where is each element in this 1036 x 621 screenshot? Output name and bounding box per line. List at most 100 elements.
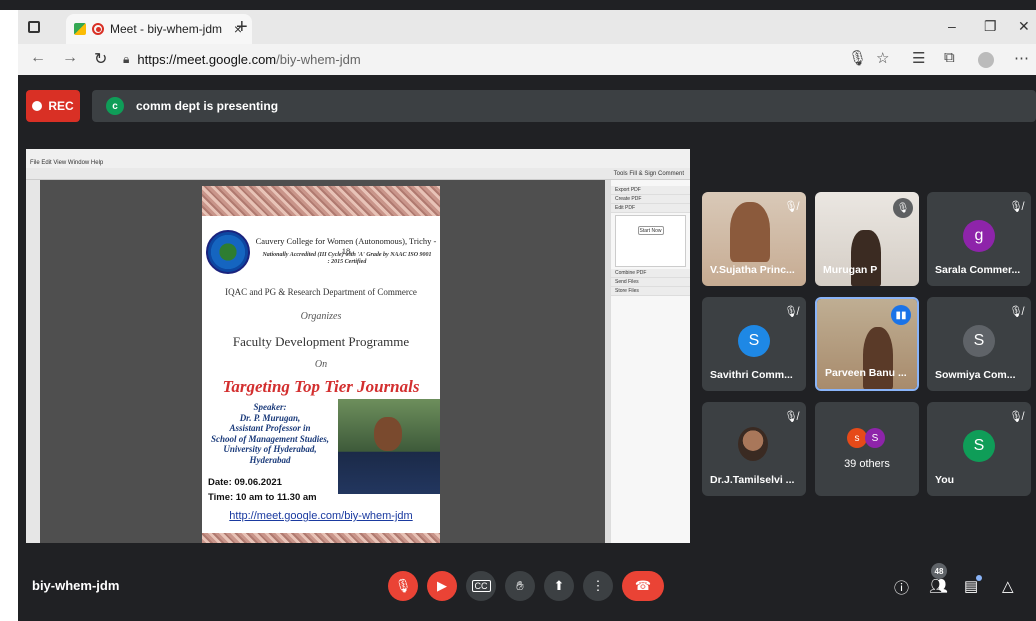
chat-notification-dot: [976, 575, 982, 581]
participant-name: Murugan P: [823, 264, 878, 276]
recording-tab-icon: [92, 23, 104, 35]
speaker-role: Assistant Professor in: [229, 423, 311, 433]
poster-accreditation: Nationally Accredited (III Cycle) with '…: [262, 252, 432, 265]
meeting-details-icon[interactable]: ⓘ: [894, 577, 909, 598]
participant-tile-speaking[interactable]: ▮▮ Parveen Banu ...: [815, 297, 919, 391]
others-avatar: S: [865, 428, 885, 448]
hand-icon: ✋︎: [516, 578, 524, 593]
mic-off-icon: 🎙︎̸: [1009, 306, 1023, 318]
mic-toggle-button[interactable]: 🎙︎: [388, 571, 418, 601]
minimize-icon[interactable]: –: [948, 18, 956, 34]
mic-off-icon: 🎙︎̸: [784, 411, 798, 423]
speaker-name: Dr. P. Murugan,: [239, 412, 301, 423]
participant-name: Sowmiya Com...: [935, 369, 1016, 381]
event-poster: Cauvery College for Women (Autonomous), …: [202, 186, 440, 543]
reader-left-rail: [26, 180, 40, 543]
favorite-icon[interactable]: ☆: [876, 49, 889, 67]
participant-avatar: S: [963, 325, 995, 357]
maximize-icon[interactable]: ❐: [984, 18, 997, 35]
speaker-city: Hyderabad: [249, 454, 291, 465]
activities-icon[interactable]: △: [1002, 577, 1014, 595]
panel-item: Edit PDF: [611, 204, 690, 213]
rec-label: REC: [48, 99, 74, 113]
self-tile[interactable]: 🎙︎̸ S You: [927, 402, 1031, 496]
participant-avatar: S: [963, 430, 995, 462]
poster-border-bottom: [202, 533, 440, 543]
panel-item: Combine PDF: [611, 269, 690, 278]
panel-promo-box: Start Now: [615, 215, 686, 267]
present-button[interactable]: ⬆: [544, 571, 574, 601]
mic-off-icon: 🎙︎̸: [1009, 201, 1023, 213]
speaker-photo: [338, 399, 440, 494]
more-menu-icon[interactable]: ⋯: [1014, 49, 1029, 67]
back-icon[interactable]: ←: [30, 49, 46, 67]
poster-organizes: Organizes: [300, 311, 342, 322]
speaker-school: School of Management Studies,: [210, 433, 329, 444]
microphone-permission-icon[interactable]: 🎙︎: [848, 49, 867, 67]
participant-photo-avatar: [738, 427, 768, 461]
mic-off-icon: 🎙︎̸: [1009, 411, 1023, 423]
present-icon: ⬆: [553, 578, 565, 593]
poster-speaker: Speaker: Dr. P. Murugan, Assistant Profe…: [202, 402, 338, 465]
mic-off-icon: 🎙︎̸: [784, 306, 798, 318]
others-avatar: s: [847, 428, 867, 448]
participant-figure: [730, 202, 770, 262]
reader-menu: File Edit View Window Help: [26, 159, 690, 168]
more-options-button[interactable]: ⋮: [583, 571, 613, 601]
poster-department: IQAC and PG & Research Department of Com…: [225, 287, 417, 297]
meet-favicon-icon: [74, 23, 86, 35]
college-seal-icon: [206, 230, 250, 274]
participant-figure: [863, 327, 893, 389]
camera-toggle-button[interactable]: ▶: [427, 571, 457, 601]
forward-icon[interactable]: →: [62, 49, 78, 67]
others-tile[interactable]: s S 39 others: [815, 402, 919, 496]
raise-hand-button[interactable]: ✋︎: [505, 571, 535, 601]
participant-tile[interactable]: 🎙︎̸ S Savithri Comm...: [702, 297, 806, 391]
profile-icon[interactable]: [978, 52, 994, 68]
refresh-icon[interactable]: ↻: [94, 49, 107, 69]
participant-tile[interactable]: 🎙︎ Murugan P: [815, 192, 919, 286]
new-tab-icon[interactable]: +: [236, 16, 248, 39]
participant-tile[interactable]: 🎙︎̸ S Sowmiya Com...: [927, 297, 1031, 391]
people-icon[interactable]: 👥︎: [929, 577, 948, 595]
favorites-bar-icon[interactable]: ☰: [912, 49, 925, 67]
mic-off-icon: 🎙︎: [893, 198, 913, 218]
hang-up-icon: ☎︎: [634, 578, 652, 593]
presenting-text: comm dept is presenting: [136, 99, 279, 113]
reader-tools-panel: Export PDF Create PDF Edit PDF Start Now…: [611, 180, 690, 543]
speaker-univ: University of Hyderabad,: [223, 444, 317, 454]
meet-call-area: REC c comm dept is presenting File Edit …: [18, 75, 1036, 621]
participant-name: Dr.J.Tamilselvi ...: [710, 474, 795, 486]
participant-tile[interactable]: 🎙︎̸ V.Sujatha Princ...: [702, 192, 806, 286]
tab-meet[interactable]: Meet - biy-whem-jdm ×: [66, 14, 252, 44]
lock-icon[interactable]: 🔒︎: [123, 52, 129, 67]
more-vert-icon: ⋮: [591, 578, 605, 593]
address-bar[interactable]: 🔒︎ https://meet.google.com/biy-whem-jdm: [123, 47, 843, 71]
camera-off-icon: ▶: [437, 578, 447, 593]
participant-avatar: S: [738, 325, 770, 357]
mic-off-icon: 🎙︎: [394, 578, 412, 593]
collections-icon[interactable]: ⧉: [944, 49, 955, 66]
poster-date: Date: 09.06.2021: [208, 477, 282, 488]
presenting-banner: c comm dept is presenting: [92, 90, 1036, 122]
window-close-icon[interactable]: ✕: [1018, 18, 1030, 35]
tab-actions-icon[interactable]: [28, 21, 40, 33]
screen-top-edge: [0, 0, 1036, 10]
leave-call-button[interactable]: ☎︎: [622, 571, 664, 601]
meeting-code: biy-whem-jdm: [32, 578, 120, 593]
tab-bar: Meet - biy-whem-jdm × + – ❐ ✕: [18, 10, 1036, 44]
participant-name: Sarala Commer...: [935, 264, 1021, 276]
poster-border-top: [202, 186, 440, 216]
presenter-avatar: c: [106, 97, 124, 115]
participant-tile[interactable]: 🎙︎̸ g Sarala Commer...: [927, 192, 1031, 286]
participant-name: Parveen Banu ...: [825, 367, 907, 379]
url-path: /biy-whem-jdm: [276, 51, 361, 67]
tab-title: Meet - biy-whem-jdm: [110, 22, 223, 36]
reader-tools-tabs: Tools Fill & Sign Comment: [613, 171, 684, 177]
speaking-indicator-icon: ▮▮: [891, 305, 911, 325]
speaker-face: [374, 417, 402, 451]
poster-link: http://meet.google.com/biy-whem-jdm: [229, 510, 413, 522]
participant-tile[interactable]: 🎙︎̸ Dr.J.Tamilselvi ...: [702, 402, 806, 496]
captions-button[interactable]: CC: [466, 571, 496, 601]
panel-item: Create PDF: [611, 195, 690, 204]
